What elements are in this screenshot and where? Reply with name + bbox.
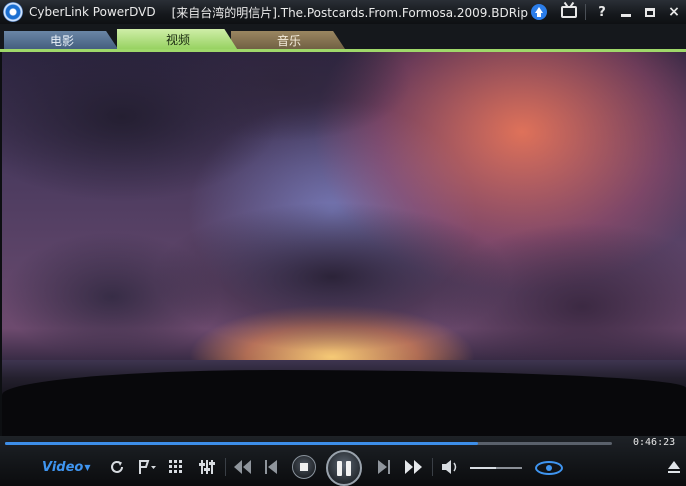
bookmark-button[interactable] (136, 458, 158, 476)
titlebar-divider (585, 4, 586, 20)
mode-menu-label: Video (42, 460, 84, 475)
help-button[interactable]: ? (590, 0, 614, 24)
bookmark-icon (139, 460, 156, 474)
eject-icon[interactable] (667, 461, 681, 475)
stop-icon (300, 463, 308, 471)
upgrade-button[interactable] (527, 0, 551, 24)
file-title: [来自台湾的明信片].The.Postcards.From.Formosa.20… (171, 5, 528, 20)
volume-icon (442, 460, 457, 474)
title-bar: CyberLink PowerDVD [来自台湾的明信片].The.Postca… (0, 0, 686, 24)
upgrade-icon (531, 4, 547, 20)
step-back-button[interactable] (263, 459, 279, 475)
library-tab-bar: 电影 音乐 视频 (0, 24, 686, 52)
previous-chapter-icon (234, 460, 251, 474)
mute-button[interactable] (441, 459, 461, 475)
app-title: CyberLink PowerDVD (29, 5, 156, 19)
video-shoreline (2, 370, 686, 436)
menu-grid-button[interactable] (168, 459, 184, 475)
seek-bar-progress (5, 442, 479, 445)
chevron-down-icon: ▼ (84, 463, 91, 472)
pause-icon (337, 460, 351, 476)
stop-button[interactable] (292, 455, 316, 479)
trueview-eye-icon[interactable] (535, 461, 563, 475)
grid-menu-icon (169, 460, 182, 473)
step-forward-icon (378, 460, 390, 474)
settings-button[interactable] (198, 458, 216, 476)
maximize-button[interactable] (638, 0, 662, 24)
settings-sliders-icon (199, 460, 215, 474)
control-divider (432, 458, 433, 476)
step-forward-button[interactable] (376, 459, 392, 475)
volume-level (470, 467, 496, 469)
tv-mode-button[interactable] (557, 0, 581, 24)
control-divider (225, 458, 226, 476)
next-chapter-button[interactable] (403, 459, 425, 475)
minimize-button[interactable] (614, 0, 638, 24)
repeat-icon (111, 460, 123, 473)
elapsed-time: 0:46:23 (633, 437, 676, 448)
seek-bar[interactable] (5, 442, 612, 445)
video-frame[interactable] (2, 52, 686, 436)
minimize-icon (621, 13, 631, 17)
mode-menu-button[interactable]: Video ▼ (42, 460, 91, 475)
next-chapter-icon (405, 460, 422, 474)
step-back-icon (265, 460, 277, 474)
volume-slider[interactable] (470, 467, 522, 469)
previous-chapter-button[interactable] (232, 459, 252, 475)
close-button[interactable]: × (662, 0, 686, 24)
maximize-icon (645, 7, 655, 17)
pause-button[interactable] (326, 450, 362, 486)
tv-icon (561, 6, 577, 18)
powerdvd-logo-icon[interactable] (3, 2, 23, 22)
repeat-button[interactable] (108, 458, 126, 476)
